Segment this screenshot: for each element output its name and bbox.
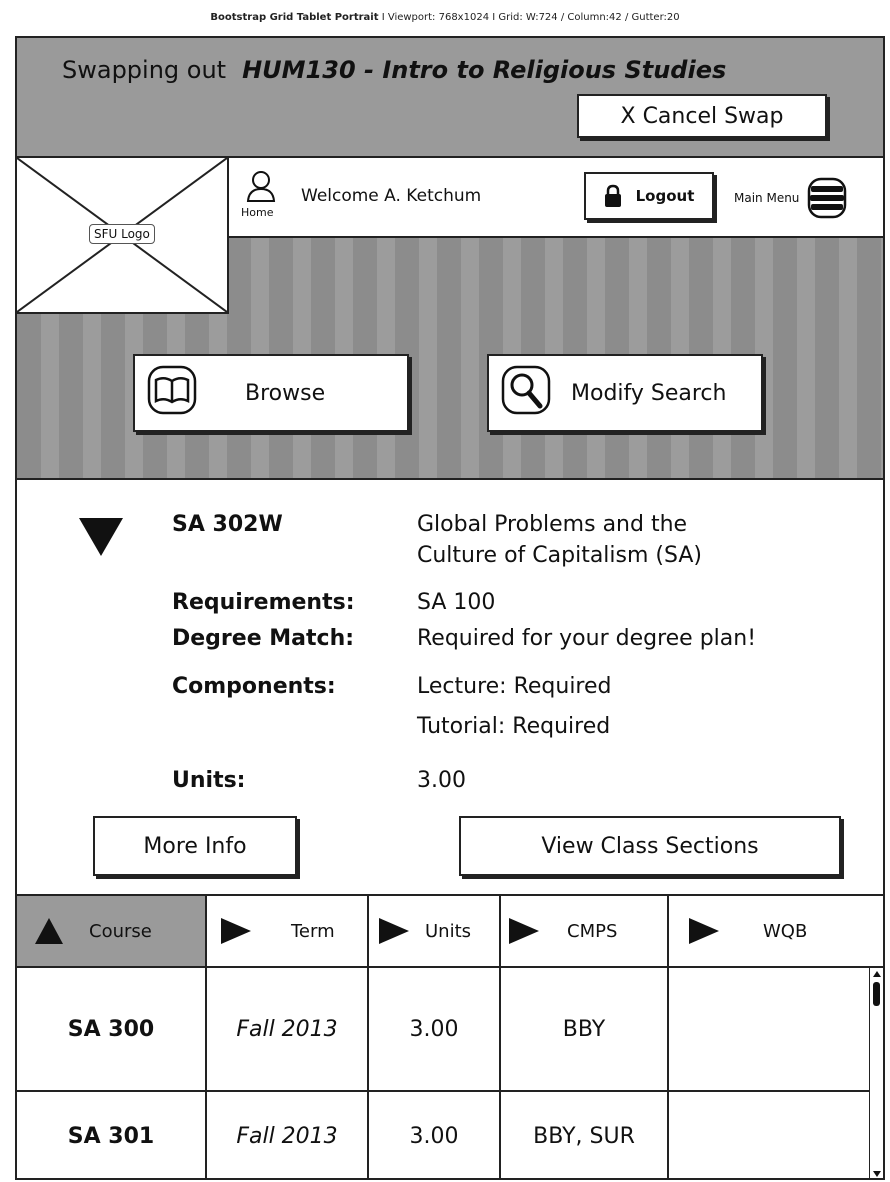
lock-icon: [604, 184, 621, 207]
cell-term: Fall 2013: [207, 968, 369, 1090]
cell-course: SA 301: [17, 1092, 207, 1178]
swap-message: Swapping out HUM130 - Intro to Religious …: [62, 56, 726, 84]
more-info-button[interactable]: More Info: [93, 816, 297, 876]
tablet-frame: Swapping out HUM130 - Intro to Religious …: [15, 36, 885, 1180]
browse-label: Browse: [245, 380, 326, 406]
table-row[interactable]: SA 300 Fall 2013 3.00 BBY: [17, 968, 883, 1092]
swap-banner: Swapping out HUM130 - Intro to Religious …: [17, 38, 883, 158]
cancel-swap-button[interactable]: X Cancel Swap: [577, 94, 827, 138]
column-header-units[interactable]: Units: [369, 896, 501, 966]
component-tutorial: Tutorial: Required: [417, 714, 611, 739]
requirements-value: SA 100: [417, 590, 496, 615]
scroll-thumb[interactable]: [873, 982, 880, 1006]
grid-caption-details: I Viewport: 768x1024 I Grid: W:724 / Col…: [378, 12, 680, 23]
course-detail-panel: SA 302W Global Problems and the Culture …: [17, 480, 883, 896]
components-label: Components:: [172, 674, 336, 699]
view-class-sections-button[interactable]: View Class Sections: [459, 816, 841, 876]
logo-label: SFU Logo: [89, 224, 155, 244]
column-header-label: Course: [89, 920, 152, 942]
cell-units: 3.00: [369, 968, 501, 1090]
modify-search-button[interactable]: Modify Search: [487, 354, 763, 432]
table-scrollbar[interactable]: [869, 968, 883, 1178]
logout-label: Logout: [635, 187, 695, 205]
course-code: SA 302W: [172, 512, 283, 537]
logout-button[interactable]: Logout: [584, 172, 714, 220]
welcome-text: Welcome A. Ketchum: [301, 186, 482, 206]
grid-caption: Bootstrap Grid Tablet Portrait I Viewpor…: [0, 0, 890, 36]
sort-right-icon: [689, 918, 719, 944]
table-row[interactable]: SA 301 Fall 2013 3.00 BBY, SUR: [17, 1092, 883, 1178]
requirements-label: Requirements:: [172, 590, 355, 615]
main-menu-label: Main Menu: [734, 191, 800, 205]
scroll-down-arrow-icon[interactable]: [873, 1171, 881, 1177]
column-header-cmps[interactable]: CMPS: [501, 896, 669, 966]
main-menu-button[interactable]: Main Menu: [734, 176, 847, 220]
cell-cmps: BBY, SUR: [501, 1092, 669, 1178]
column-header-label: Units: [425, 920, 472, 942]
component-lecture: Lecture: Required: [417, 674, 612, 699]
column-header-term[interactable]: Term: [207, 896, 369, 966]
modify-search-label: Modify Search: [571, 380, 727, 406]
swap-course-name: HUM130 - Intro to Religious Studies: [242, 56, 727, 84]
hero-section: SFU Logo Home Welcome A. Ketchum Logout …: [17, 158, 883, 480]
scroll-up-arrow-icon[interactable]: [873, 971, 881, 977]
column-header-label: WQB: [763, 920, 808, 942]
sort-right-icon: [509, 918, 539, 944]
column-header-course[interactable]: Course: [17, 896, 207, 966]
course-title-line2: Culture of Capitalism (SA): [417, 543, 703, 568]
top-bar: Home Welcome A. Ketchum Logout Main Menu: [229, 158, 883, 238]
column-header-label: CMPS: [567, 920, 618, 942]
swap-prefix: Swapping out: [62, 56, 227, 84]
cell-wqb: [669, 1092, 883, 1178]
sort-ascending-icon: [35, 918, 63, 944]
home-link[interactable]: Home: [241, 170, 281, 226]
sort-right-icon: [379, 918, 409, 944]
book-icon: [147, 365, 197, 421]
course-table-header: Course Term Units CMPS WQB: [17, 896, 883, 968]
degree-match-value: Required for your degree plan!: [417, 626, 757, 651]
course-title-line1: Global Problems and the: [417, 512, 688, 537]
cell-units: 3.00: [369, 1092, 501, 1178]
logo-placeholder[interactable]: SFU Logo: [17, 158, 229, 314]
browse-button[interactable]: Browse: [133, 354, 409, 432]
sort-right-icon: [221, 918, 251, 944]
collapse-triangle-icon[interactable]: [79, 518, 123, 556]
hamburger-menu-icon: [808, 177, 847, 219]
cell-term: Fall 2013: [207, 1092, 369, 1178]
cancel-swap-label: X Cancel Swap: [620, 103, 784, 129]
column-header-wqb[interactable]: WQB: [669, 896, 883, 966]
home-label: Home: [241, 206, 274, 219]
search-icon: [501, 365, 551, 421]
cell-cmps: BBY: [501, 968, 669, 1090]
degree-match-label: Degree Match:: [172, 626, 355, 651]
more-info-label: More Info: [143, 833, 247, 859]
column-header-label: Term: [291, 920, 335, 942]
units-value: 3.00: [417, 768, 466, 793]
view-class-sections-label: View Class Sections: [541, 833, 759, 859]
units-label: Units:: [172, 768, 246, 793]
grid-caption-title: Bootstrap Grid Tablet Portrait: [210, 12, 379, 23]
cell-wqb: [669, 968, 883, 1090]
user-icon: [246, 171, 276, 202]
cell-course: SA 300: [17, 968, 207, 1090]
course-table-body: SA 300 Fall 2013 3.00 BBY SA 301 Fall 20…: [17, 968, 883, 1178]
